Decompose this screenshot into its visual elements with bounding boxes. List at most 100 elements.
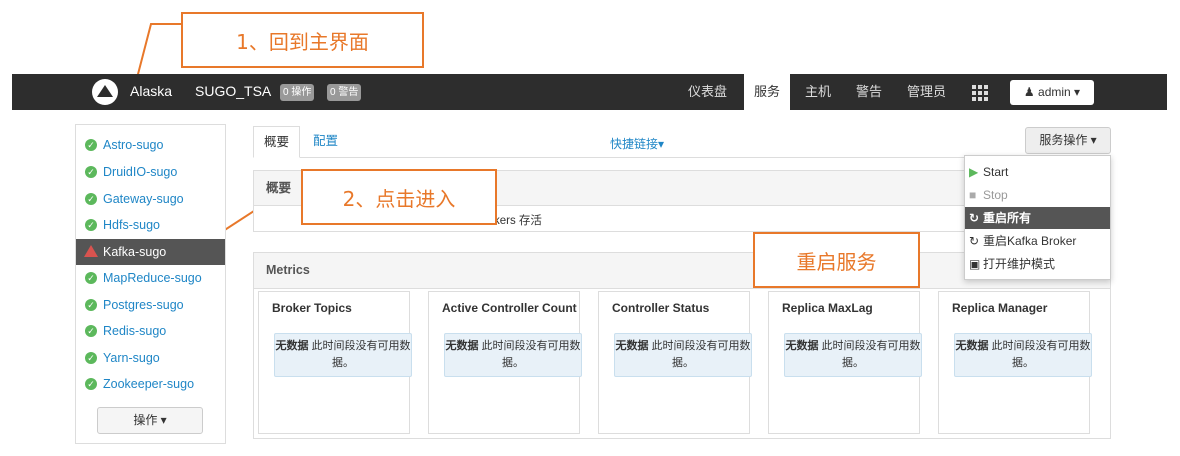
warning-icon	[84, 245, 98, 257]
metric-card-replica-maxlag: Replica MaxLag 无数据 此时间段没有可用数据。	[768, 291, 922, 434]
menu-item-start[interactable]: ▶ Start	[965, 161, 1110, 183]
annotation-step2: 2、点击进入	[301, 169, 497, 225]
check-icon: ✓	[85, 325, 97, 337]
sidebar-item-label: Kafka-sugo	[103, 245, 167, 259]
no-data-message: 无数据 此时间段没有可用数据。	[444, 333, 582, 377]
sidebar-item-mapreduce[interactable]: ✓ MapReduce-sugo	[76, 265, 225, 291]
no-data-label: 无数据	[445, 340, 479, 352]
nav-hosts[interactable]: 主机	[795, 74, 841, 110]
sidebar-item-druidio[interactable]: ✓ DruidIO-sugo	[76, 159, 225, 185]
actions-button-label: 操作	[133, 413, 158, 427]
metric-card-replica-manager: Replica Manager 无数据 此时间段没有可用数据。	[938, 291, 1092, 434]
no-data-message: 无数据 此时间段没有可用数据。	[274, 333, 412, 377]
no-data-text: 此时间段没有可用数据。	[991, 340, 1091, 369]
check-icon: ✓	[85, 272, 97, 284]
summary-text: kers 存活	[494, 215, 542, 227]
metric-title: Active Controller Count	[442, 301, 577, 315]
caret-down-icon: ▾	[658, 137, 665, 151]
quick-links-dropdown[interactable]: 快捷链接▾	[610, 135, 664, 152]
check-icon: ✓	[85, 299, 97, 311]
nav-dashboard[interactable]: 仪表盘	[678, 74, 737, 110]
sidebar-item-gateway[interactable]: ✓ Gateway-sugo	[76, 186, 225, 212]
metric-card-controller-status: Controller Status 无数据 此时间段没有可用数据。	[598, 291, 752, 434]
no-data-label: 无数据	[615, 340, 649, 352]
medkit-icon: ▣	[969, 257, 981, 271]
no-data-text: 此时间段没有可用数据。	[821, 340, 921, 369]
refresh-icon: ↻	[969, 211, 980, 225]
no-data-label: 无数据	[955, 340, 989, 352]
metric-title: Broker Topics	[272, 301, 352, 315]
app-logo[interactable]	[92, 79, 118, 105]
check-icon: ✓	[85, 219, 97, 231]
menu-item-label: Stop	[983, 188, 1008, 202]
menu-item-restart-all[interactable]: ↻ 重启所有	[965, 207, 1110, 229]
caret-down-icon: ▾	[1087, 133, 1097, 147]
ops-badge[interactable]: 0 操作	[280, 84, 315, 101]
sidebar-item-label: Hdfs-sugo	[103, 218, 160, 232]
sidebar-item-label: Postgres-sugo	[103, 298, 184, 312]
sidebar-item-label: Zookeeper-sugo	[103, 377, 195, 391]
actions-button[interactable]: 操作 ▾	[97, 407, 203, 434]
menu-item-label: 打开维护模式	[983, 257, 1056, 271]
sidebar-item-yarn[interactable]: ✓ Yarn-sugo	[76, 345, 225, 371]
no-data-text: 此时间段没有可用数据。	[481, 340, 581, 369]
tab-config[interactable]: 配置	[303, 126, 348, 158]
caret-down-icon: ▾	[157, 413, 167, 427]
sidebar-item-label: Redis-sugo	[103, 324, 167, 338]
service-actions-button[interactable]: 服务操作 ▾	[1025, 127, 1111, 154]
no-data-label: 无数据	[785, 340, 819, 352]
sidebar-item-astro[interactable]: ✓ Astro-sugo	[76, 132, 225, 158]
user-name: admin	[1038, 85, 1071, 99]
sidebar-item-redis[interactable]: ✓ Redis-sugo	[76, 318, 225, 344]
metric-card-active-controller-count: Active Controller Count 无数据 此时间段没有可用数据。	[428, 291, 582, 434]
menu-item-label: 重启所有	[983, 211, 1032, 225]
sidebar-item-postgres[interactable]: ✓ Postgres-sugo	[76, 292, 225, 318]
metric-title: Controller Status	[612, 301, 710, 315]
no-data-message: 无数据 此时间段没有可用数据。	[784, 333, 922, 377]
tab-summary[interactable]: 概要	[253, 126, 301, 158]
service-sidebar: ✓ Astro-sugo ✓ DruidIO-sugo ✓ Gateway-sugo …	[75, 124, 226, 444]
sidebar-item-label: Yarn-sugo	[103, 351, 160, 365]
metric-title: Replica Manager	[952, 301, 1048, 315]
no-data-message: 无数据 此时间段没有可用数据。	[614, 333, 752, 377]
sidebar-item-label: Astro-sugo	[103, 138, 164, 152]
play-icon: ▶	[969, 165, 979, 179]
brand-name[interactable]: Alaska	[130, 83, 172, 99]
nav-services[interactable]: 服务	[744, 74, 790, 110]
stop-icon: ■	[969, 188, 977, 202]
check-icon: ✓	[85, 166, 97, 178]
service-actions-menu: ▶ Start ■ Stop ↻ 重启所有 ↻ 重启Kafka Broker ▣ 打开维护…	[964, 155, 1111, 280]
metric-title: Replica MaxLag	[782, 301, 873, 315]
check-icon: ✓	[85, 193, 97, 205]
check-icon: ✓	[85, 378, 97, 390]
annotation-restart: 重启服务	[753, 232, 920, 288]
sidebar-item-hdfs[interactable]: ✓ Hdfs-sugo	[76, 212, 225, 238]
check-icon: ✓	[85, 352, 97, 364]
alerts-badge[interactable]: 0 警告	[327, 84, 362, 101]
no-data-message: 无数据 此时间段没有可用数据。	[954, 333, 1092, 377]
no-data-text: 此时间段没有可用数据。	[651, 340, 751, 369]
sidebar-item-label: Gateway-sugo	[103, 192, 184, 206]
service-actions-label: 服务操作	[1039, 133, 1088, 147]
refresh-icon: ↻	[969, 234, 980, 248]
sidebar-item-zookeeper[interactable]: ✓ Zookeeper-sugo	[76, 371, 225, 397]
menu-item-restart-kafka-broker[interactable]: ↻ 重启Kafka Broker	[965, 230, 1110, 252]
annotation-step1: 1、回到主界面	[181, 12, 424, 68]
caret-down-icon: ▾	[1070, 85, 1081, 99]
no-data-text: 此时间段没有可用数据。	[311, 340, 411, 369]
sidebar-item-kafka[interactable]: Kafka-sugo	[76, 239, 225, 265]
check-icon: ✓	[85, 139, 97, 151]
sidebar-item-label: MapReduce-sugo	[103, 271, 202, 285]
menu-item-stop[interactable]: ■ Stop	[965, 184, 1110, 206]
nav-admin[interactable]: 管理员	[897, 74, 956, 110]
grid-menu-icon[interactable]	[972, 85, 988, 101]
user-menu-button[interactable]: ♟ admin ▾	[1010, 80, 1094, 105]
menu-item-label: 重启Kafka Broker	[983, 234, 1077, 248]
nav-alerts[interactable]: 警告	[846, 74, 892, 110]
user-icon: ♟	[1023, 85, 1039, 99]
top-navbar: Alaska SUGO_TSA 0 操作 0 警告 仪表盘 服务 主机 警告 管…	[12, 74, 1167, 110]
cluster-name: SUGO_TSA	[195, 83, 272, 99]
menu-item-label: Start	[983, 165, 1009, 179]
metric-card-broker-topics: Broker Topics 无数据 此时间段没有可用数据。	[258, 291, 412, 434]
menu-item-maintenance-mode[interactable]: ▣ 打开维护模式	[965, 253, 1110, 275]
